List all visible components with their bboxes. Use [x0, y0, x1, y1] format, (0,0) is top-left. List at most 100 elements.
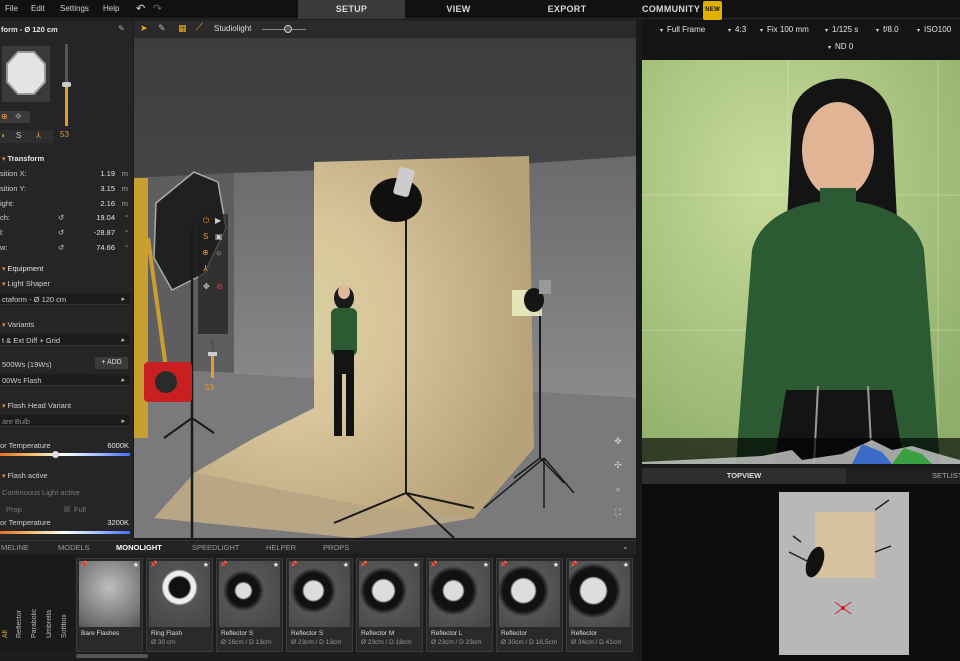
reset-icon[interactable]: ↺: [58, 213, 64, 222]
card-name: Reflector L: [431, 630, 463, 637]
studio-viewport[interactable]: ⏻ ▶ S ▣ ⊕ ☼ ⅄ ✥ ⊘ 53 ✥ ✣ ⌕ ⛶: [134, 38, 636, 538]
shelf-card-reflector-30[interactable]: 📌 ★ Reflector Ø 30cm / D 18,5cm: [496, 558, 563, 652]
category-all[interactable]: All: [2, 558, 14, 638]
collapse-icon[interactable]: ⌄: [622, 542, 629, 551]
reset-icon[interactable]: ↺: [58, 228, 64, 237]
shelf-card-reflector-m[interactable]: 📌 ★ Reflector M Ø 23cm / D 18cm: [356, 558, 423, 652]
scale-icon[interactable]: S: [16, 131, 21, 140]
topview-panel[interactable]: [642, 484, 960, 661]
bulb-select[interactable]: are Bulb ▸: [0, 415, 130, 427]
move-icon[interactable]: ✥: [15, 112, 22, 121]
frame-icon[interactable]: ⛶: [612, 506, 624, 518]
color-temp-handle[interactable]: [52, 451, 59, 458]
star-icon[interactable]: ★: [133, 561, 139, 569]
power-icon[interactable]: ⏻: [203, 216, 209, 226]
shelf-card-reflector-s-16[interactable]: 📌 ★ Reflector S Ø 16cm / D 13cm: [216, 558, 283, 652]
camera-icon[interactable]: ▣: [215, 232, 223, 241]
tab-view[interactable]: VIEW: [405, 0, 512, 19]
star-icon[interactable]: ★: [203, 561, 209, 569]
chevron-right-icon: ▸: [121, 377, 125, 384]
grid-icon[interactable]: ▦: [178, 23, 187, 34]
light-shaper-select[interactable]: ctaform - Ø 120 cm ▸: [0, 293, 130, 305]
shelf-scrollbar[interactable]: [76, 654, 148, 658]
position-x-value[interactable]: 1.19: [100, 169, 115, 178]
continuous-light-toggle[interactable]: Continuous Light active: [2, 488, 133, 497]
s-icon[interactable]: S: [203, 232, 208, 241]
roll-value[interactable]: -28.87: [94, 228, 115, 237]
star-icon[interactable]: ★: [273, 561, 279, 569]
pin-icon[interactable]: ✎: [118, 24, 125, 33]
zoom-icon[interactable]: ⌕: [612, 483, 624, 495]
pan-icon[interactable]: ✣: [612, 459, 624, 471]
frame-option[interactable]: ▾ Full Frame: [660, 25, 705, 34]
star-icon[interactable]: ★: [483, 561, 489, 569]
tab-setup[interactable]: SETUP: [298, 0, 405, 19]
position-y-value[interactable]: 3.15: [100, 184, 115, 193]
star-icon[interactable]: ★: [553, 561, 559, 569]
gizmo-slider-handle[interactable]: [208, 352, 217, 356]
color-temp-value[interactable]: 6000K: [107, 441, 129, 450]
menu-edit[interactable]: Edit: [31, 4, 45, 13]
nd-option[interactable]: ▾ ND 0: [828, 42, 853, 51]
pen-icon[interactable]: ✎: [158, 23, 166, 34]
tab-models[interactable]: MODELS: [58, 543, 90, 552]
tab-speedlight[interactable]: SPEEDLIGHT: [192, 543, 240, 552]
color-temp2-slider[interactable]: [0, 531, 130, 534]
ratio-option[interactable]: ▾ 4:3: [728, 25, 746, 34]
star-icon[interactable]: ★: [343, 561, 349, 569]
tab-props[interactable]: PROPS: [323, 543, 349, 552]
light-icon[interactable]: ☼: [215, 248, 222, 257]
flash-active-toggle[interactable]: ▾ Flash active: [2, 471, 133, 480]
aperture-option[interactable]: ▾ f/8.0: [876, 25, 899, 34]
shelf-card-reflector-34[interactable]: 📌 ★ Reflector Ø 34cm / D 41cm: [566, 558, 633, 652]
axis-icon[interactable]: ⅄: [36, 131, 41, 140]
tab-export[interactable]: EXPORT: [512, 0, 622, 19]
select-arrow-icon[interactable]: ➤: [140, 23, 148, 34]
menu-file[interactable]: File: [5, 4, 18, 13]
full-checkbox[interactable]: Full: [64, 505, 124, 514]
tab-timeline[interactable]: MELINE: [1, 543, 29, 552]
flash-select[interactable]: 00Ws Flash ▸: [0, 374, 130, 386]
color-temp2-value[interactable]: 3200K: [107, 518, 129, 527]
camera-preview[interactable]: [642, 60, 960, 464]
height-value[interactable]: 2.16: [100, 199, 115, 208]
shaper-slider-handle[interactable]: [62, 82, 71, 87]
shutter-option[interactable]: ▾ 1/125 s: [825, 25, 858, 34]
yaw-value[interactable]: 74.66: [96, 243, 115, 252]
category-umbrella[interactable]: Umbrella: [46, 558, 58, 638]
move-icon[interactable]: ✥: [203, 282, 210, 291]
category-softbox[interactable]: Softbox: [61, 558, 73, 638]
shelf-card-reflector-s-23[interactable]: 📌 ★ Reflector S Ø 23cm / D 13cm: [286, 558, 353, 652]
shelf-card-reflector-l[interactable]: 📌 ★ Reflector L Ø 23cm / D 23cm: [426, 558, 493, 652]
rotate-icon[interactable]: ◑: [0, 131, 5, 140]
color-temp-slider[interactable]: [0, 453, 130, 456]
disable-icon[interactable]: ⊘: [216, 282, 223, 291]
tab-community[interactable]: COMMUNITY NEW: [632, 0, 732, 20]
menu-help[interactable]: Help: [103, 4, 119, 13]
category-parabolic[interactable]: Parabolic: [31, 558, 43, 638]
iso-option[interactable]: ▾ ISO100: [917, 25, 951, 34]
variants-select[interactable]: t & Ext Diff + Grid ▸: [0, 334, 130, 346]
studiolight-handle[interactable]: [284, 25, 292, 33]
tab-helper[interactable]: HELPER: [266, 543, 296, 552]
tab-monolight[interactable]: MONOLIGHT: [116, 543, 162, 552]
reset-icon[interactable]: ↺: [58, 243, 64, 252]
star-icon[interactable]: ★: [623, 561, 629, 569]
lens-option[interactable]: ▾ Fix 100 mm: [760, 25, 809, 34]
axis-icon[interactable]: ⅄: [203, 264, 208, 273]
add-flash-button[interactable]: + ADD: [95, 357, 128, 369]
tab-topview[interactable]: TOPVIEW: [642, 468, 846, 484]
redo-icon[interactable]: ↷: [153, 2, 162, 15]
undo-icon[interactable]: ↶: [136, 2, 145, 15]
pitch-value[interactable]: 19.04: [96, 213, 115, 222]
menu-settings[interactable]: Settings: [60, 4, 89, 13]
shelf-card-ring-flash[interactable]: 📌 ★ Ring Flash Ø 30 cm: [146, 558, 213, 652]
target-icon[interactable]: ⊕: [202, 248, 209, 257]
line-icon[interactable]: ⟋: [196, 22, 203, 33]
play-icon[interactable]: ▶: [215, 216, 221, 225]
category-reflector[interactable]: Reflector: [16, 558, 28, 638]
orbit-icon[interactable]: ✥: [612, 435, 624, 447]
star-icon[interactable]: ★: [413, 561, 419, 569]
tab-setlist[interactable]: SETLIST: [932, 468, 960, 484]
shelf-card-bare-flashes[interactable]: 📌 ★ Bare Flashes: [76, 558, 143, 652]
